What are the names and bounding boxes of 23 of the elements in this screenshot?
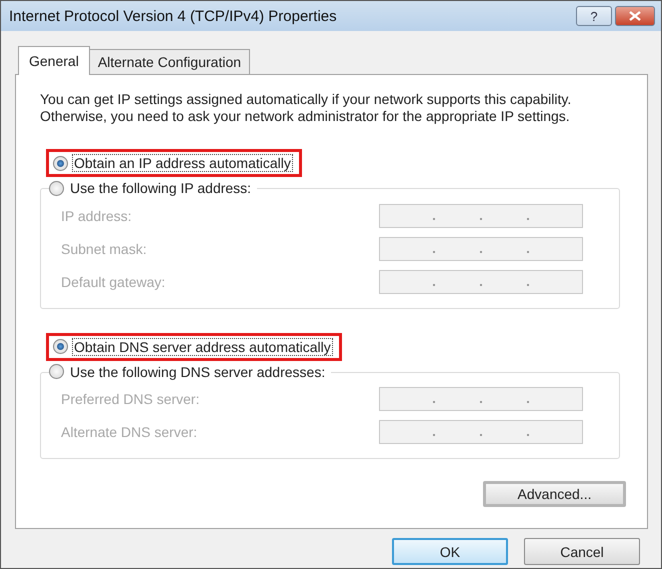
field-label: Preferred DNS server: — [61, 391, 200, 407]
field-label: Subnet mask: — [61, 240, 147, 256]
close-icon — [628, 11, 642, 21]
field-label: Alternate DNS server: — [61, 424, 198, 440]
radio-label[interactable]: Use the following IP address: — [68, 179, 254, 197]
radio-label[interactable]: Obtain DNS server address automatically — [72, 338, 333, 356]
dialog-button[interactable]: Cancel — [524, 538, 640, 565]
tab[interactable]: Alternate Configuration — [88, 49, 250, 74]
description-text: You can get IP settings assigned automatically if your network supports this capability. Otherwise, you need to ask your network administrator for the appropriate IP settings. — [40, 91, 572, 125]
help-button[interactable]: ? — [576, 6, 612, 26]
tab[interactable]: General — [18, 46, 90, 75]
field-label: Default gateway: — [61, 274, 166, 290]
radio-button[interactable] — [49, 364, 64, 379]
radio-button[interactable] — [53, 156, 68, 170]
radio-button[interactable] — [49, 180, 64, 196]
close-button[interactable] — [615, 6, 655, 26]
radio-label[interactable]: Use the following DNS server addresses: — [68, 362, 328, 380]
radio-label[interactable]: Obtain an IP address automatically — [72, 154, 293, 172]
window-title: Internet Protocol Version 4 (TCP/IPv4) Properties — [9, 8, 337, 24]
dialog-button[interactable]: OK — [392, 538, 508, 565]
radio-button[interactable] — [53, 339, 68, 354]
field-label: IP address: — [61, 208, 132, 224]
advanced-button[interactable]: Advanced... — [483, 481, 626, 507]
